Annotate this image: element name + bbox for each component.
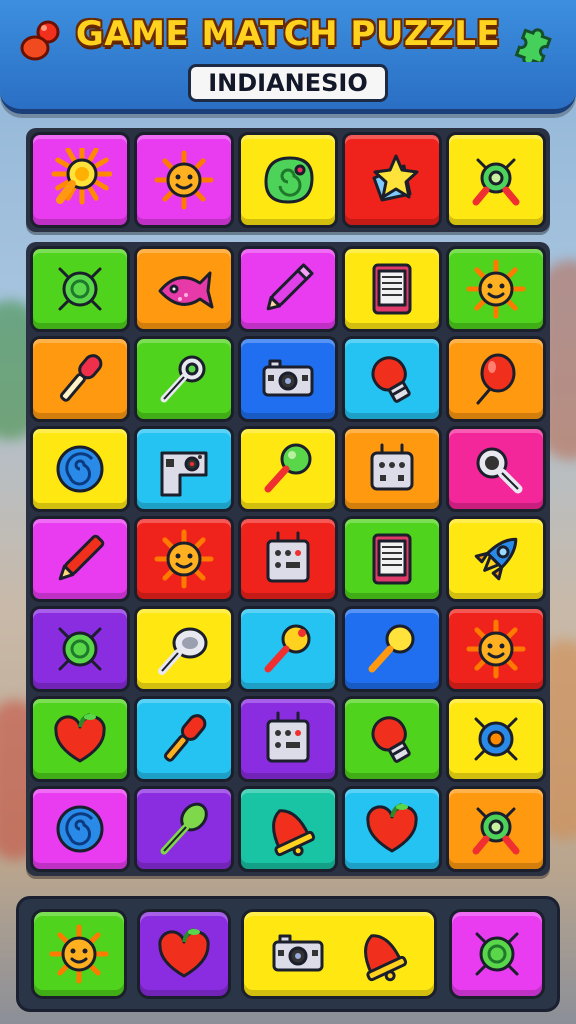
smiling-sun-icon — [49, 924, 109, 984]
microphone-icon — [59, 354, 103, 402]
grid-tile[interactable] — [342, 246, 442, 332]
main-grid-board — [26, 242, 550, 876]
key-icon — [160, 355, 206, 403]
green-spoon-icon — [160, 802, 208, 855]
puzzle-piece-icon — [514, 28, 552, 62]
pink-fish-icon — [158, 271, 214, 309]
tablet-icon — [372, 533, 412, 585]
grid-tile[interactable] — [342, 516, 442, 602]
top-row-tile[interactable] — [30, 132, 130, 228]
top-row-tile[interactable] — [238, 132, 338, 228]
grid-tile[interactable] — [342, 426, 442, 512]
lightbulb-icon — [371, 356, 411, 403]
grid-tile[interactable] — [342, 786, 442, 872]
level-name-label: INDIANESIO — [188, 64, 388, 102]
grid-tile[interactable] — [446, 786, 546, 872]
robot-box-icon — [370, 443, 414, 491]
green-gear-icon — [58, 627, 102, 671]
grid-tile[interactable] — [134, 606, 234, 692]
grid-tile[interactable] — [342, 606, 442, 692]
grid-tile[interactable] — [30, 426, 130, 512]
grid-tile[interactable] — [238, 696, 338, 782]
heart-icon — [54, 713, 106, 763]
bell-icon — [272, 809, 316, 857]
grid-tile[interactable] — [134, 426, 234, 512]
green-gear-icon — [475, 932, 519, 976]
grid-tile[interactable] — [446, 246, 546, 332]
game-title: GAME MATCH PUZZLE — [75, 14, 501, 54]
grid-tile[interactable] — [446, 606, 546, 692]
grid-tile[interactable] — [446, 696, 546, 782]
smiling-sun-icon — [466, 259, 526, 319]
game-header: GAME MATCH PUZZLE INDIANESIO — [0, 0, 576, 114]
grid-tile[interactable] — [342, 696, 442, 782]
grid-tile[interactable] — [342, 336, 442, 422]
grid-tile[interactable] — [134, 336, 234, 422]
grid-tile[interactable] — [238, 516, 338, 602]
tray-slot[interactable] — [241, 909, 437, 999]
smiling-sun-icon — [154, 529, 214, 589]
lightbulb-icon — [371, 716, 411, 763]
smiling-sun-icon — [154, 150, 214, 210]
green-swirl-blob-icon — [264, 156, 314, 204]
camera-icon — [272, 934, 324, 972]
star-icon — [372, 154, 419, 202]
top-row-tile[interactable] — [134, 132, 234, 228]
tray-slot[interactable] — [449, 909, 545, 999]
smiling-sun-icon — [466, 619, 526, 679]
tray-slot[interactable] — [31, 909, 127, 999]
green-gear-icon — [58, 267, 102, 311]
grid-tile[interactable] — [134, 696, 234, 782]
bell-icon — [364, 934, 408, 982]
grid-tile[interactable] — [238, 336, 338, 422]
yellow-rattle-icon — [368, 624, 415, 673]
heart-icon — [366, 803, 418, 853]
tablet-icon — [372, 263, 412, 315]
grid-tile[interactable] — [30, 696, 130, 782]
red-microphone-icon — [163, 714, 207, 762]
top-row-tile[interactable] — [342, 132, 442, 228]
grid-tile[interactable] — [30, 786, 130, 872]
gear-magnifier-icon — [472, 807, 520, 855]
grid-tile[interactable] — [446, 516, 546, 602]
gear-magnifier-icon — [472, 158, 520, 206]
swirl-icon — [56, 805, 104, 853]
grid-tile[interactable] — [30, 246, 130, 332]
camera-icon — [262, 359, 314, 397]
swirl-icon — [56, 445, 104, 493]
grid-tile[interactable] — [134, 246, 234, 332]
pencil-icon — [266, 263, 314, 311]
grid-tile[interactable] — [238, 786, 338, 872]
top-row-board — [26, 128, 550, 232]
heart-icon — [158, 928, 210, 978]
balloon-icon — [476, 353, 516, 405]
grid-tile[interactable] — [446, 336, 546, 422]
tile-tray — [16, 896, 560, 1012]
tray-slot[interactable] — [137, 909, 231, 999]
gadget-icon — [160, 451, 208, 497]
grid-tile[interactable] — [30, 336, 130, 422]
magnifier-icon — [476, 447, 523, 494]
grid-tile[interactable] — [30, 606, 130, 692]
grid-tile[interactable] — [134, 516, 234, 602]
grid-tile[interactable] — [446, 426, 546, 512]
rocket-icon — [474, 537, 518, 581]
lollipop-icon — [264, 443, 312, 493]
grid-tile[interactable] — [134, 786, 234, 872]
red-pencil-icon — [58, 534, 105, 581]
grid-tile[interactable] — [30, 516, 130, 602]
grid-tile[interactable] — [238, 246, 338, 332]
top-row-tile[interactable] — [446, 132, 546, 228]
pan-icon — [158, 627, 208, 675]
sun-magnifier-icon — [51, 148, 112, 205]
grid-tile[interactable] — [238, 426, 338, 512]
control-panel-icon — [266, 711, 310, 763]
blue-gear-icon — [474, 717, 518, 761]
control-panel-icon — [266, 531, 310, 583]
grid-tile[interactable] — [238, 606, 338, 692]
rattle-icon — [264, 624, 311, 673]
